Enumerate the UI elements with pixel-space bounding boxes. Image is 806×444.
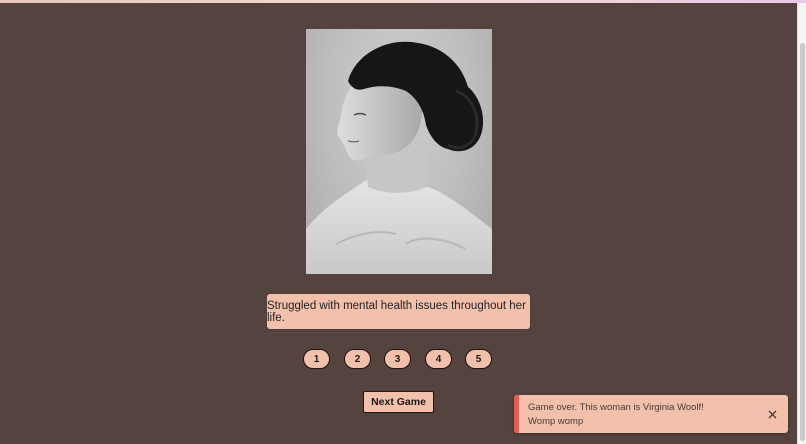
close-icon-glyph (768, 410, 777, 419)
guess-button-row: 1 2 3 4 5 (303, 349, 495, 371)
next-game-button[interactable]: Next Game (363, 391, 434, 413)
toast-message: Game over. This woman is Virginia Woolf! (528, 402, 704, 413)
clue-card: Struggled with mental health issues thro… (267, 294, 530, 329)
clue-text: Struggled with mental health issues thro… (267, 299, 526, 324)
toast-submessage: Womp womp (528, 416, 584, 427)
guess-button-1[interactable]: 1 (303, 349, 330, 369)
guess-button-4[interactable]: 4 (425, 349, 452, 369)
vertical-scrollbar[interactable] (797, 3, 806, 444)
guess-button-3[interactable]: 3 (384, 349, 411, 369)
game-over-toast: Game over. This woman is Virginia Woolf!… (514, 395, 788, 433)
guess-button-2[interactable]: 2 (344, 349, 371, 369)
scrollbar-thumb[interactable] (800, 43, 805, 441)
woman-profile-image (306, 41, 492, 274)
page: Struggled with mental health issues thro… (0, 0, 806, 444)
close-icon[interactable] (767, 408, 778, 419)
guess-button-5[interactable]: 5 (465, 349, 492, 369)
toast-accent-stripe (514, 395, 519, 433)
portrait-photo (306, 29, 492, 274)
